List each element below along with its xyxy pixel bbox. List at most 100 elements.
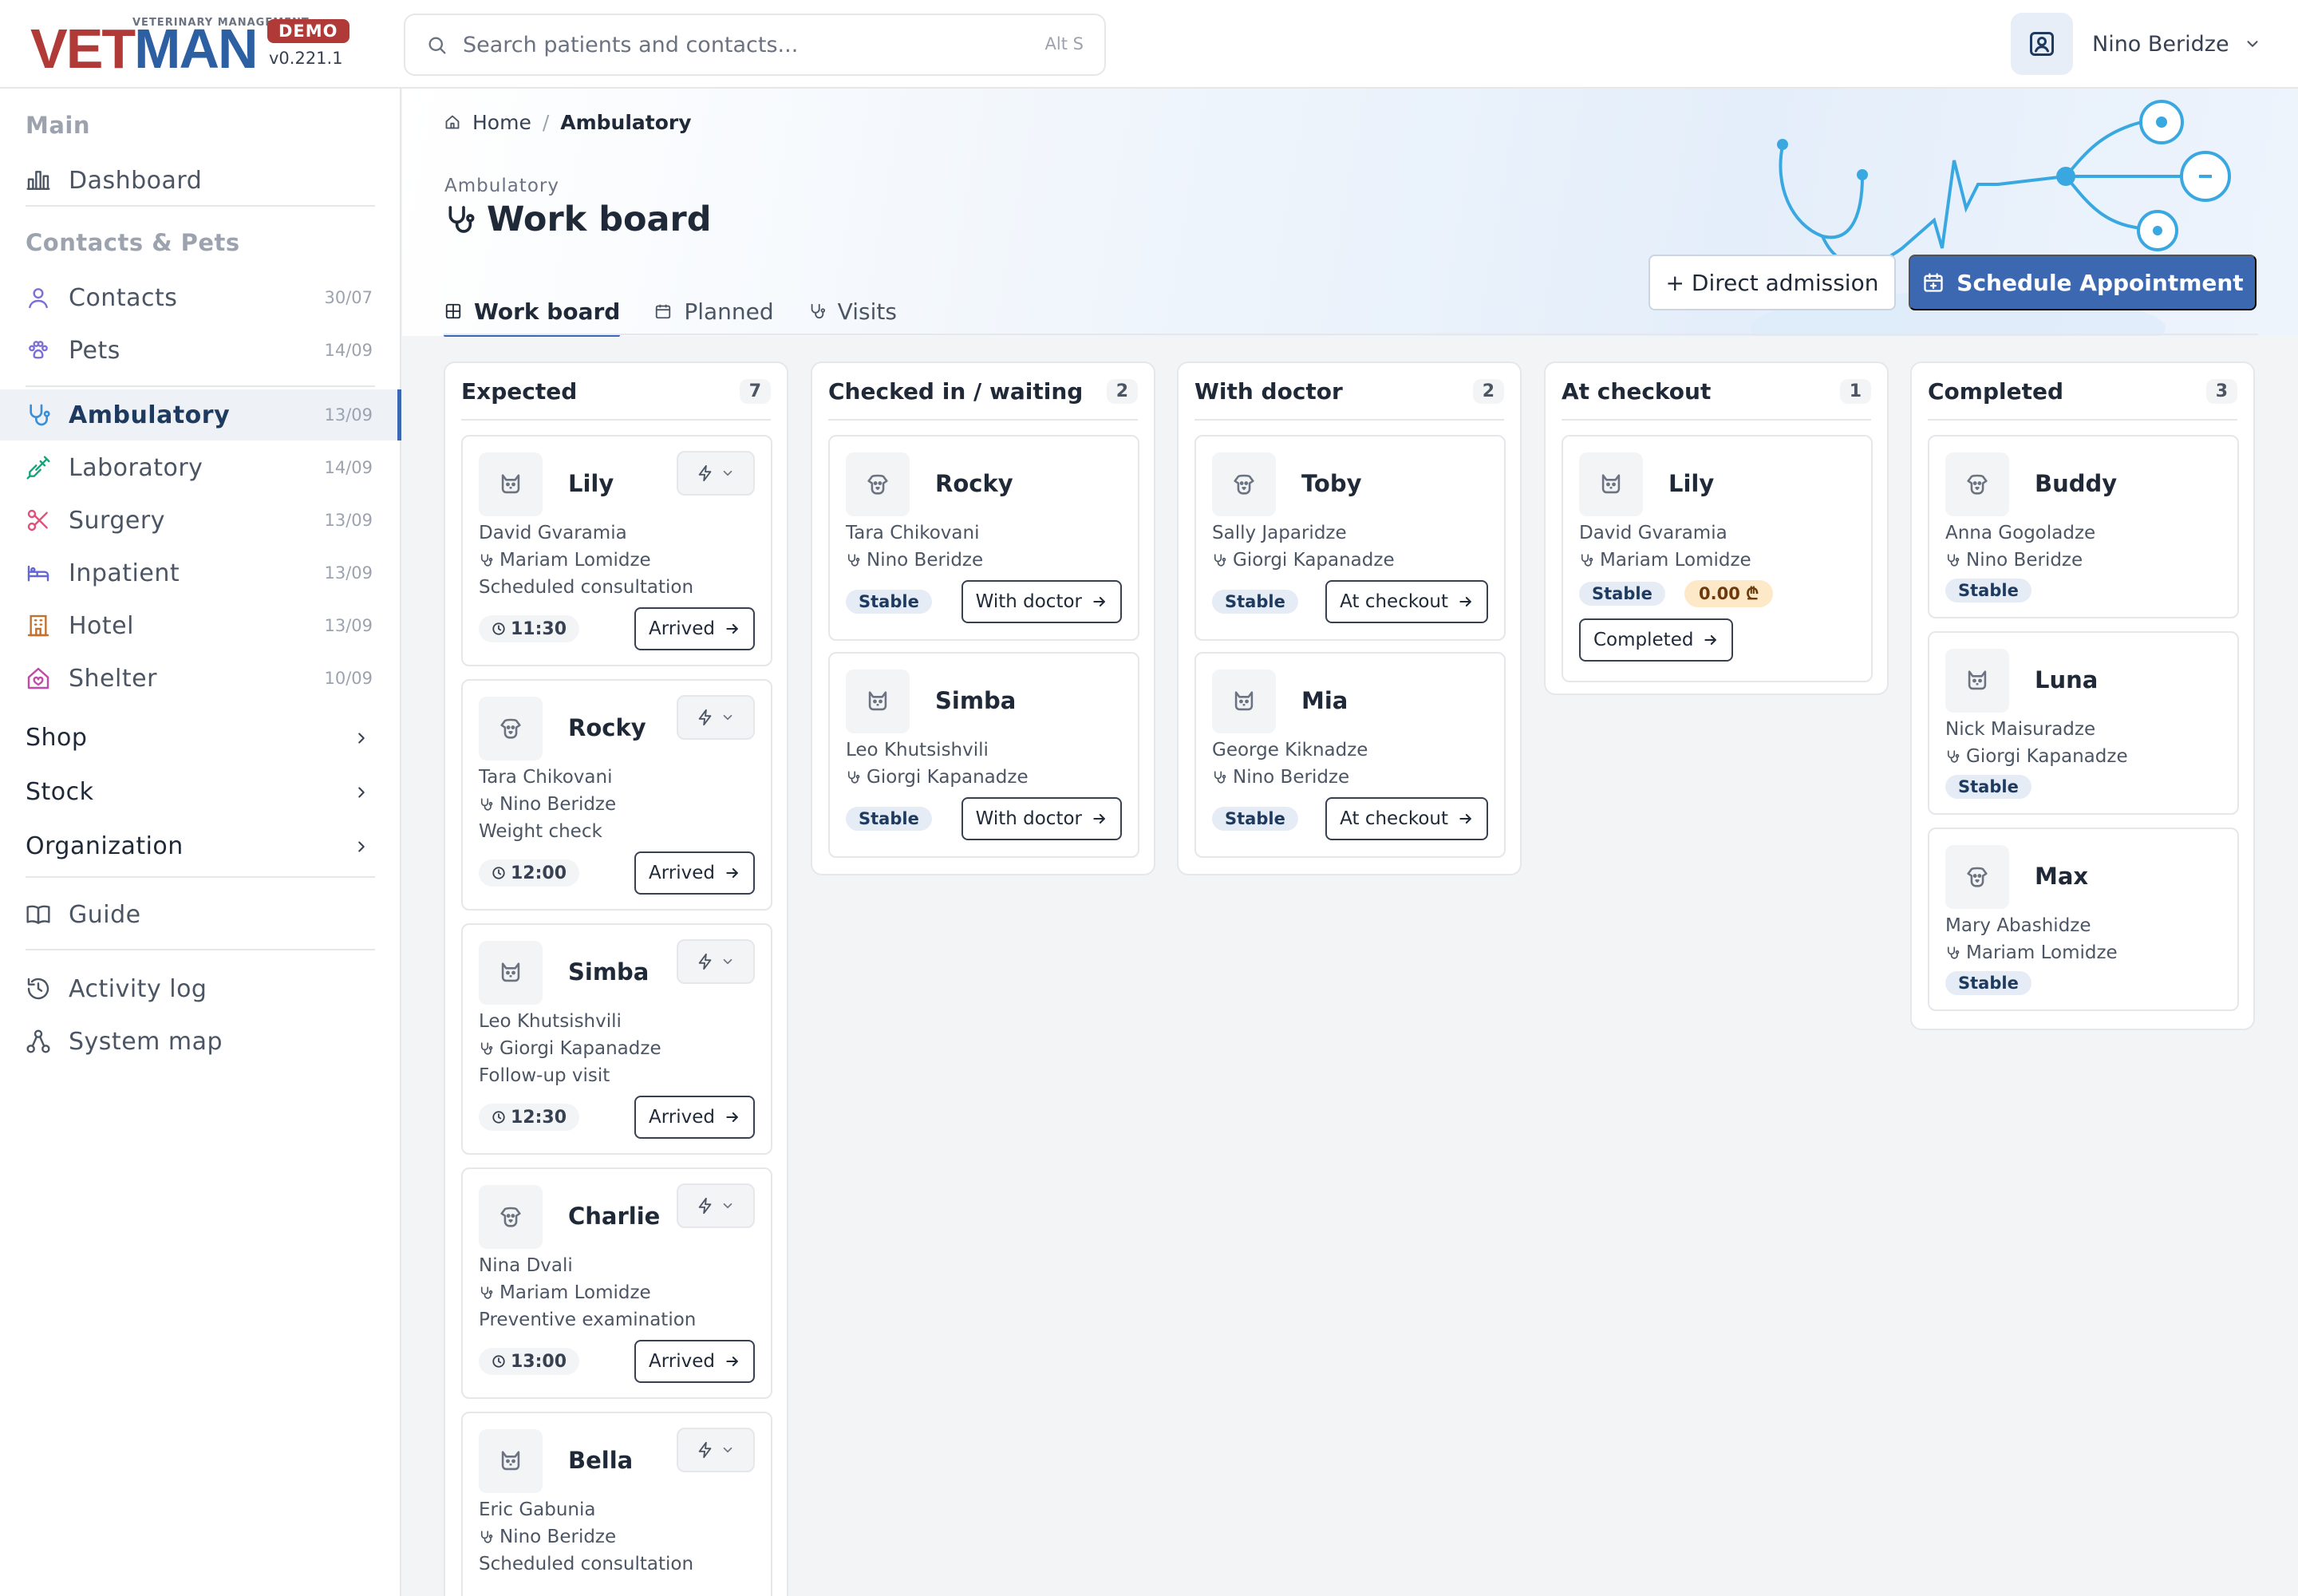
logo-man: MAN (134, 18, 258, 80)
pet-name[interactable]: Buddy (2035, 470, 2117, 497)
pet-name[interactable]: Rocky (935, 470, 1013, 497)
owner-name[interactable]: Nina Dvali (479, 1255, 573, 1276)
sidebar-item-inpatient[interactable]: Inpatient 13/09 (0, 547, 400, 598)
at-checkout-button[interactable]: At checkout (1325, 580, 1488, 623)
assigned-doctor: Nino Beridze (1212, 767, 1349, 788)
patient-card[interactable]: Bella Eric Gabunia Nino Beridze Scheduled c… (461, 1412, 772, 1596)
arrived-button[interactable]: Arrived (634, 607, 755, 650)
sidebar-item-system-map[interactable]: System map (0, 1016, 400, 1067)
quick-actions-button[interactable] (677, 939, 755, 984)
patient-card[interactable]: Simba Leo Khutsishvili Giorgi Kapanadze Fol… (461, 923, 772, 1155)
assigned-doctor: Mariam Lomidze (1579, 550, 1751, 571)
owner-name[interactable]: Sally Japaridze (1212, 523, 1347, 543)
pet-name[interactable]: Max (2035, 863, 2088, 890)
patient-card[interactable]: Rocky Tara Chikovani Nino Beridze Weight ch… (461, 679, 772, 911)
paw-icon (26, 338, 51, 363)
sidebar-item-contacts[interactable]: Contacts 30/07 (0, 272, 400, 323)
owner-name[interactable]: Eric Gabunia (479, 1499, 596, 1520)
user-menu[interactable]: Nino Beridze (2011, 13, 2263, 75)
pet-name[interactable]: Rocky (568, 714, 646, 741)
pet-name[interactable]: Lily (1668, 470, 1714, 497)
with-doctor-button[interactable]: With doctor (961, 797, 1122, 840)
sidebar-item-guide[interactable]: Guide (0, 889, 400, 940)
patient-card[interactable]: Simba Leo Khutsishvili Giorgi Kapanadze Sta… (828, 652, 1139, 858)
patient-card[interactable]: Charlie Nina Dvali Mariam Lomidze Preventiv… (461, 1167, 772, 1399)
pet-name[interactable]: Toby (1301, 470, 1362, 497)
arrived-button[interactable]: Arrived (634, 1096, 755, 1139)
pet-name[interactable]: Simba (935, 687, 1016, 714)
status-badge: Stable (1945, 971, 2031, 995)
chevron-right-icon (352, 837, 371, 856)
quick-actions-button[interactable] (677, 1183, 755, 1228)
pet-name[interactable]: Luna (2035, 666, 2098, 693)
stethoscope-icon (479, 1041, 499, 1056)
owner-name[interactable]: George Kiknadze (1212, 740, 1368, 760)
sidebar-item-ambulatory[interactable]: Ambulatory 13/09 (0, 389, 401, 440)
patient-card[interactable]: Luna Nick Maisuradze Giorgi Kapanadze Stabl… (1928, 631, 2239, 815)
at-checkout-button[interactable]: At checkout (1325, 797, 1488, 840)
owner-name[interactable]: Tara Chikovani (846, 523, 979, 543)
doctor-name: Mariam Lomidze (1600, 550, 1751, 571)
owner-name[interactable]: David Gvaramia (1579, 523, 1727, 543)
chevron-down-icon (2242, 34, 2263, 54)
owner-name[interactable]: Mary Abashidze (1945, 915, 2091, 936)
schedule-appointment-button[interactable]: Schedule Appointment (1909, 255, 2257, 310)
tab-bar: Work board Planned Visits (444, 287, 930, 337)
visit-reason: Weight check (479, 821, 602, 842)
quick-actions-button[interactable] (677, 695, 755, 740)
patient-card[interactable]: Rocky Tara Chikovani Nino Beridze Stable Wit… (828, 435, 1139, 641)
sidebar-group-shop[interactable]: Shop (0, 714, 400, 762)
visit-reason: Follow-up visit (479, 1065, 610, 1086)
arrived-button[interactable]: Arrived (634, 851, 755, 895)
tab-work-board[interactable]: Work board (444, 287, 621, 337)
sidebar-group-organization[interactable]: Organization (0, 823, 400, 871)
sidebar-item-surgery[interactable]: Surgery 13/09 (0, 495, 400, 546)
completed-button[interactable]: Completed (1579, 618, 1734, 662)
breadcrumb-home-link[interactable]: Home (472, 111, 531, 134)
app-logo[interactable]: VETERINARY MANAGEMENT VETMAN DEMO v0.221… (30, 18, 349, 77)
quick-actions-button[interactable] (677, 1428, 755, 1472)
column-title: At checkout (1562, 377, 1712, 405)
pet-name[interactable]: Bella (568, 1447, 633, 1474)
arrow-right-icon (715, 621, 740, 637)
sidebar-item-pets[interactable]: Pets 14/09 (0, 325, 400, 376)
tab-planned[interactable]: Planned (653, 287, 774, 335)
stethoscope-icon (1212, 770, 1233, 784)
user-square-icon (2011, 13, 2073, 75)
patient-card[interactable]: Toby Sally Japaridze Giorgi Kapanadze Stabl… (1194, 435, 1506, 641)
action-label: With doctor (975, 591, 1082, 612)
owner-name[interactable]: Tara Chikovani (479, 767, 612, 788)
patient-card[interactable]: Max Mary Abashidze Mariam Lomidze Stable (1928, 828, 2239, 1011)
sidebar-item-laboratory[interactable]: Laboratory 14/09 (0, 442, 400, 493)
patient-card[interactable]: Lily David Gvaramia Mariam Lomidze Stable 0.… (1562, 435, 1873, 682)
patient-card[interactable]: Buddy Anna Gogoladze Nino Beridze Stable (1928, 435, 2239, 618)
pet-name[interactable]: Lily (568, 470, 614, 497)
quick-actions-button[interactable] (677, 451, 755, 496)
arrived-button[interactable]: Arrived (634, 1340, 755, 1383)
direct-admission-button[interactable]: + Direct admission (1648, 255, 1896, 310)
sidebar-item-label: Surgery (69, 506, 165, 535)
sidebar-group-stock[interactable]: Stock (0, 768, 400, 816)
search-box[interactable]: Alt S (404, 14, 1106, 76)
owner-name[interactable]: Leo Khutsishvili (479, 1011, 622, 1032)
tab-visits[interactable]: Visits (807, 287, 897, 335)
home-icon (444, 113, 461, 131)
sidebar-item-dashboard[interactable]: Dashboard (0, 155, 400, 206)
owner-name[interactable]: Anna Gogoladze (1945, 523, 2095, 543)
pet-name[interactable]: Charlie (568, 1203, 660, 1230)
owner-name[interactable]: Nick Maisuradze (1945, 719, 2095, 740)
section-contacts-pets: Contacts & Pets (26, 229, 240, 256)
search-input[interactable] (463, 15, 1005, 74)
pet-name[interactable]: Simba (568, 958, 649, 986)
owner-name[interactable]: David Gvaramia (479, 523, 627, 543)
action-label: At checkout (1340, 808, 1448, 829)
pet-name[interactable]: Mia (1301, 687, 1348, 714)
sidebar-item-activity-log[interactable]: Activity log (0, 963, 400, 1014)
with-doctor-button[interactable]: With doctor (961, 580, 1122, 623)
patient-card[interactable]: Mia George Kiknadze Nino Beridze Stable At c… (1194, 652, 1506, 858)
owner-name[interactable]: Leo Khutsishvili (846, 740, 989, 760)
patient-card[interactable]: Lily David Gvaramia Mariam Lomidze Schedule… (461, 435, 772, 666)
sidebar-item-hotel[interactable]: Hotel 13/09 (0, 600, 400, 651)
grid-icon (444, 302, 463, 321)
sidebar-item-shelter[interactable]: Shelter 10/09 (0, 653, 400, 704)
